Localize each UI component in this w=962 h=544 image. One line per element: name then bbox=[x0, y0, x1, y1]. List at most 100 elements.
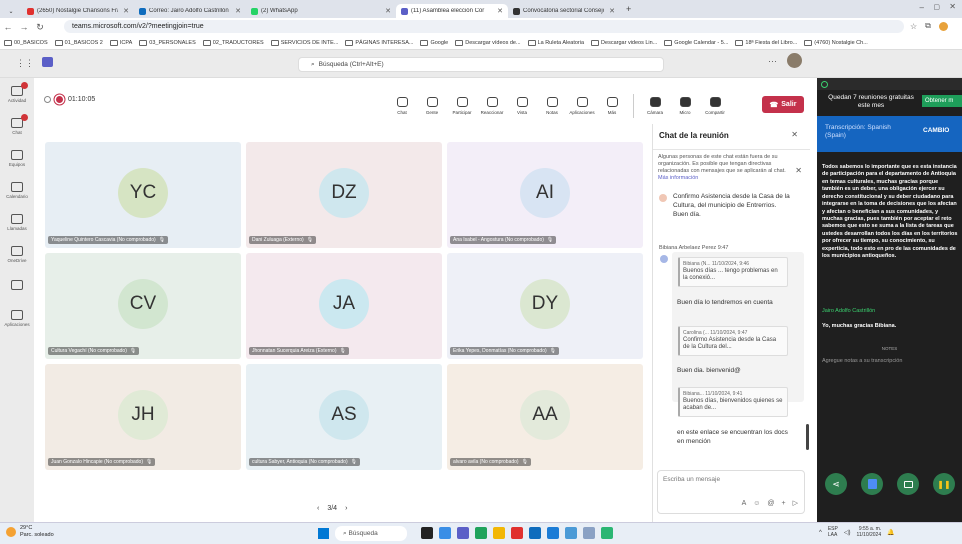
bookmark-item[interactable]: Descargar videos Lin... bbox=[591, 39, 657, 46]
clock[interactable]: 9:55 a. m. 11/10/2024 bbox=[856, 526, 881, 538]
chat-scrollbar[interactable] bbox=[806, 424, 809, 450]
add-icon[interactable]: + bbox=[782, 500, 786, 507]
participant-tile[interactable]: AA alvaro avila (No comprobado) 🎙 bbox=[447, 364, 643, 470]
close-tab-icon[interactable]: ✕ bbox=[385, 7, 391, 15]
taskbar-app-icon[interactable] bbox=[421, 527, 433, 539]
next-page-icon[interactable]: › bbox=[345, 505, 347, 512]
close-chat-icon[interactable]: ✕ bbox=[791, 130, 798, 139]
reload-icon[interactable]: ↻ bbox=[32, 22, 48, 33]
prev-page-icon[interactable]: ‹ bbox=[317, 505, 319, 512]
change-language-button[interactable]: CAMBIO bbox=[923, 127, 949, 134]
close-tab-icon[interactable]: ✕ bbox=[235, 7, 241, 15]
close-window-icon[interactable]: ✕ bbox=[949, 2, 956, 11]
star-icon[interactable]: ☆ bbox=[910, 22, 917, 31]
tray-chevron-icon[interactable]: ^ bbox=[819, 530, 822, 536]
attach-icon[interactable]: @ bbox=[767, 500, 774, 507]
rail-item[interactable]: Calendario bbox=[0, 174, 34, 206]
taskbar-app-icon[interactable] bbox=[601, 527, 613, 539]
rail-item[interactable] bbox=[0, 270, 34, 302]
browser-tab[interactable]: (2650) Nostalgie Chansons Fra: ✕ bbox=[22, 4, 134, 18]
toolbar-button[interactable]: Vista bbox=[509, 97, 535, 115]
participant-tile[interactable]: JH Juan Gonzalo Hincapie (No comprobado) 🎙 bbox=[45, 364, 241, 470]
tab-search-icon[interactable]: ⌄ bbox=[0, 4, 22, 18]
close-tab-icon[interactable]: ✕ bbox=[123, 7, 129, 15]
toolbar-button[interactable]: Cámara bbox=[642, 97, 668, 115]
extensions-icon[interactable]: ⧉ bbox=[925, 21, 931, 31]
participant-tile[interactable]: CV Cultura Vegachí (No comprobado) 🎙 bbox=[45, 253, 241, 359]
toolbar-button[interactable]: Aplicaciones bbox=[569, 97, 595, 115]
bookmark-item[interactable]: PÁGINAS INTERESA... bbox=[345, 39, 413, 46]
toolbar-button[interactable]: Gente bbox=[419, 97, 445, 115]
pause-icon[interactable]: ❚❚ bbox=[933, 473, 955, 495]
bookmark-item[interactable]: (4760) Nostalgie Ch... bbox=[804, 39, 868, 46]
share-icon[interactable]: ⋖ bbox=[825, 473, 847, 495]
bookmark-item[interactable]: 01_BASICOS 2 bbox=[54, 39, 103, 46]
weather-widget[interactable]: 29°C Parc. soleado bbox=[20, 525, 54, 538]
taskbar-app-icon[interactable] bbox=[457, 527, 469, 539]
app-grid-icon[interactable]: ⋮⋮ bbox=[16, 58, 34, 69]
rail-item[interactable]: Actividad bbox=[0, 78, 34, 110]
taskbar-app-icon[interactable] bbox=[565, 527, 577, 539]
camera-icon[interactable] bbox=[897, 473, 919, 495]
participant-tile[interactable]: YC Yaqueline Quintero Cascavia (No compro… bbox=[45, 142, 241, 248]
document-icon[interactable] bbox=[861, 473, 883, 495]
bookmark-item[interactable]: La Ruleta Aleatoria bbox=[527, 39, 584, 46]
rail-item[interactable]: Aplicaciones bbox=[0, 302, 34, 334]
taskbar-app-icon[interactable] bbox=[439, 527, 451, 539]
more-options-icon[interactable]: ··· bbox=[768, 56, 777, 66]
taskbar-search[interactable]: ⌕ Búsqueda bbox=[335, 526, 407, 541]
bookmark-item[interactable]: 18ª Fiesta del Libro... bbox=[735, 39, 797, 46]
rail-item[interactable]: Chat bbox=[0, 110, 34, 142]
volume-icon[interactable]: ◁) bbox=[844, 529, 851, 536]
taskbar-app-icon[interactable] bbox=[511, 527, 523, 539]
bookmark-item[interactable]: SERVICIOS DE INTE... bbox=[270, 39, 338, 46]
toolbar-button[interactable]: Notas bbox=[539, 97, 565, 115]
bookmark-item[interactable]: 00_BASICOS bbox=[4, 39, 48, 46]
close-tab-icon[interactable]: ✕ bbox=[497, 7, 503, 15]
windows-start-icon[interactable] bbox=[318, 528, 329, 539]
taskbar-app-icon[interactable] bbox=[493, 527, 505, 539]
leave-button[interactable]: ☎ Salir bbox=[762, 96, 804, 113]
participant-tile[interactable]: AI Ana Isabel - Angostura (No comprobado)… bbox=[447, 142, 643, 248]
notice-link[interactable]: Más información bbox=[658, 175, 698, 181]
rail-item[interactable]: OneDrive bbox=[0, 238, 34, 270]
participant-tile[interactable]: AS cultura Sabyer, Antioquia (No comproba… bbox=[246, 364, 442, 470]
bookmark-item[interactable]: 02_TRADUCTORES bbox=[202, 39, 264, 46]
profile-icon[interactable] bbox=[938, 21, 948, 31]
bookmark-item[interactable]: 03_PERSONALES bbox=[139, 39, 196, 46]
teams-search-input[interactable]: ⌕ Búsqueda (Ctrl+Alt+E) bbox=[298, 57, 664, 72]
toolbar-button[interactable]: Más bbox=[599, 97, 625, 115]
minimize-icon[interactable]: – bbox=[920, 3, 924, 12]
toolbar-button[interactable]: Chat bbox=[389, 97, 415, 115]
back-icon[interactable]: ← bbox=[0, 22, 16, 32]
participant-tile[interactable]: JA Jhonnatan Sucerquia Areiza (Externo) 🎙 bbox=[246, 253, 442, 359]
notes-input[interactable]: Agregue notas a su transcripción bbox=[822, 358, 902, 364]
rail-item[interactable]: Equipos bbox=[0, 142, 34, 174]
close-tab-icon[interactable]: ✕ bbox=[609, 7, 615, 15]
toolbar-button[interactable]: Reaccionar bbox=[479, 97, 505, 115]
participant-tile[interactable]: DY Erika Yepes, Donmatías (No comprobado)… bbox=[447, 253, 643, 359]
taskbar-app-icon[interactable] bbox=[529, 527, 541, 539]
browser-tab[interactable]: Correo: Jairo Adolfo Castrillón - ✕ bbox=[134, 4, 246, 18]
browser-tab[interactable]: (11) Asamblea elección Cor ✕ bbox=[396, 4, 508, 18]
browser-tab[interactable]: Convocatoria sectorial Consejo ✕ bbox=[508, 4, 620, 18]
participant-tile[interactable]: DZ Dani Zuluaga (Externo) 🎙 bbox=[246, 142, 442, 248]
message-compose-box[interactable]: Escriba un mensaje A ☺ @ + ▷ bbox=[657, 470, 805, 514]
format-icon[interactable]: A bbox=[742, 500, 747, 507]
bookmark-item[interactable]: Descargar vídeos de... bbox=[455, 39, 521, 46]
toolbar-button[interactable]: Participar bbox=[449, 97, 475, 115]
new-tab-icon[interactable]: + bbox=[626, 4, 631, 14]
toolbar-button[interactable]: Compartir bbox=[702, 97, 728, 115]
input-language[interactable]: ESP LAA bbox=[828, 526, 838, 538]
get-more-button[interactable]: Obtener m bbox=[922, 95, 962, 107]
notification-bell-icon[interactable]: 🔔 bbox=[887, 529, 894, 536]
url-field[interactable]: teams.microsoft.com/v2/?meetingjoin=true bbox=[64, 20, 904, 33]
taskbar-app-icon[interactable] bbox=[583, 527, 595, 539]
taskbar-app-icon[interactable] bbox=[475, 527, 487, 539]
emoji-icon[interactable]: ☺ bbox=[753, 500, 760, 507]
rail-item[interactable]: Llamadas bbox=[0, 206, 34, 238]
maximize-icon[interactable]: ▢ bbox=[933, 3, 940, 11]
user-avatar[interactable] bbox=[787, 53, 802, 68]
bookmark-item[interactable]: Google Calendar - 5... bbox=[664, 39, 728, 46]
send-icon[interactable]: ▷ bbox=[793, 499, 798, 507]
